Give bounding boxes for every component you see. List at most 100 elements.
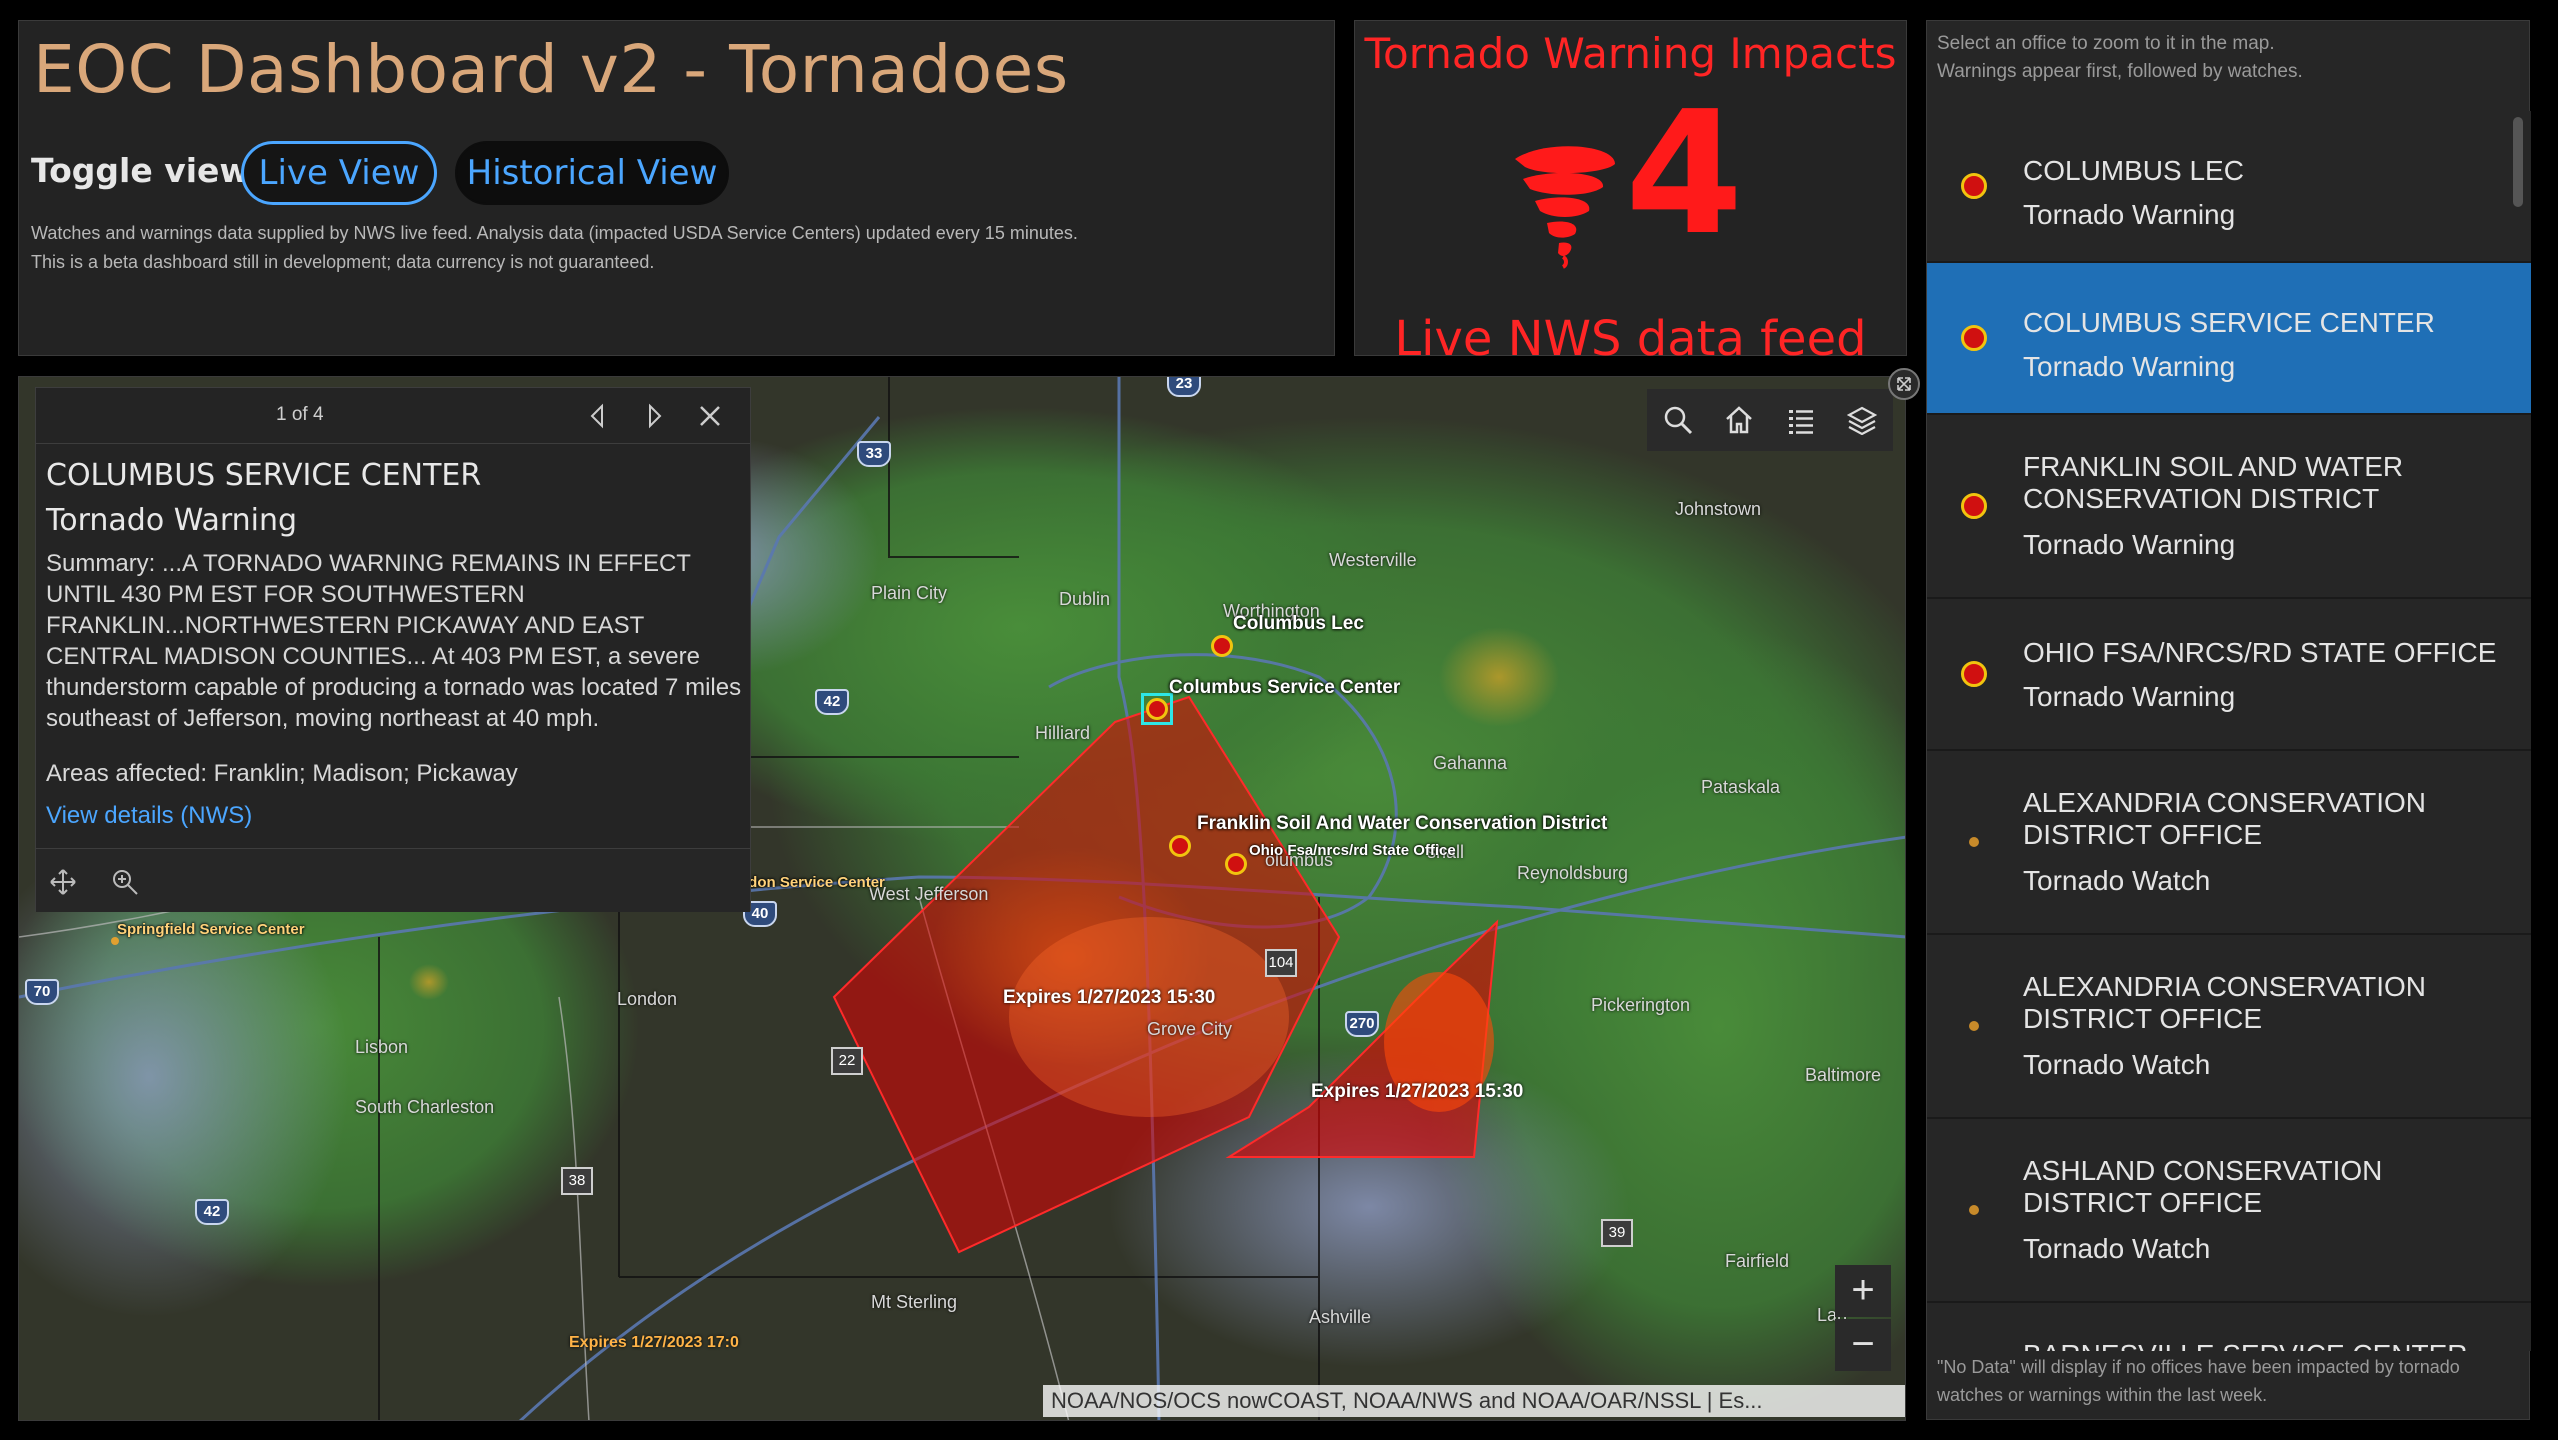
popup-summary: Summary: ...A TORNADO WARNING REMAINS IN… bbox=[46, 550, 742, 732]
place-label: London bbox=[617, 989, 678, 1009]
legend-icon[interactable] bbox=[1781, 400, 1821, 440]
popup-footer bbox=[36, 848, 750, 912]
place-label: Mt Sterling bbox=[871, 1292, 958, 1312]
place-label: Fairfield bbox=[1725, 1251, 1790, 1271]
office-label: Springfield Service Center bbox=[117, 921, 305, 938]
list-hint-2: Warnings appear first, followed by watch… bbox=[1937, 61, 2303, 82]
impacts-footer: Live NWS data feed bbox=[1394, 311, 1867, 367]
office-label: Franklin Soil And Water Conservation Dis… bbox=[1197, 813, 1608, 834]
list-item[interactable]: COLUMBUS LEC Tornado Warning bbox=[1927, 111, 2531, 263]
place-label: Johnstown bbox=[1675, 499, 1762, 519]
office-marker[interactable] bbox=[1169, 835, 1191, 857]
watch-marker-icon bbox=[1969, 1021, 1979, 1031]
list-item[interactable]: ALEXANDRIA CONSERVATION DISTRICT OFFICE … bbox=[1927, 935, 2531, 1119]
list-hint-1: Select an office to zoom to it in the ma… bbox=[1937, 33, 2275, 54]
place-label: Lisbon bbox=[355, 1037, 409, 1057]
list-item[interactable]: FRANKLIN SOIL AND WATER CONSERVATION DIS… bbox=[1927, 415, 2531, 599]
popup-subtitle: Tornado Warning bbox=[46, 503, 298, 538]
popup-title: COLUMBUS SERVICE CENTER bbox=[46, 458, 482, 493]
office-name: FRANKLIN SOIL AND WATER CONSERVATION DIS… bbox=[2023, 451, 2404, 514]
zoom-out-button[interactable]: − bbox=[1835, 1319, 1891, 1371]
view-details-link[interactable]: View details (NWS) bbox=[46, 802, 252, 830]
office-label: Columbus Lec bbox=[1233, 613, 1364, 634]
feature-popup[interactable]: 1 of 4 COLUMBUS SERVICE CENTER Tornado W… bbox=[35, 387, 751, 912]
warning-expiry-label: Expires 1/27/2023 15:30 bbox=[1003, 987, 1216, 1008]
watch-expiry-label: Expires 1/27/2023 17:0 bbox=[569, 1334, 739, 1351]
dashboard-title: EOC Dashboard v2 - Tornadoes bbox=[33, 31, 1069, 108]
close-icon[interactable] bbox=[694, 400, 726, 432]
pan-to-icon[interactable] bbox=[48, 867, 78, 897]
search-icon[interactable] bbox=[1658, 400, 1698, 440]
zoom-to-icon[interactable] bbox=[110, 867, 140, 897]
place-label: Dublin bbox=[1059, 589, 1111, 609]
list-scrollbar[interactable] bbox=[2513, 117, 2523, 207]
office-label: ndon Service Center bbox=[739, 874, 885, 891]
place-label: Grove City bbox=[1147, 1019, 1233, 1039]
next-icon[interactable] bbox=[638, 400, 670, 432]
interstate-shield: 270 bbox=[1345, 1011, 1379, 1037]
place-label: Reynoldsburg bbox=[1517, 863, 1629, 883]
interstate-shield: 70 bbox=[25, 979, 59, 1005]
interstate-shield: 23 bbox=[1167, 377, 1201, 397]
live-view-button[interactable]: Live View bbox=[241, 141, 437, 205]
office-name: COLUMBUS LEC bbox=[2023, 155, 2244, 186]
header-panel: EOC Dashboard v2 - Tornadoes Toggle view… bbox=[18, 20, 1335, 356]
previous-icon[interactable] bbox=[582, 400, 614, 432]
place-label: Pataskala bbox=[1701, 777, 1781, 797]
place-label: Plain City bbox=[871, 583, 948, 603]
warning-marker-icon bbox=[1961, 173, 1987, 199]
office-name: ALEXANDRIA CONSERVATION DISTRICT OFFICE bbox=[2023, 971, 2426, 1034]
impacts-title: Tornado Warning Impacts bbox=[1364, 29, 1897, 78]
office-label: Ohio Fsa/nrcs/rd State Office bbox=[1249, 842, 1456, 859]
list-item[interactable]: OHIO FSA/NRCS/RD STATE OFFICE Tornado Wa… bbox=[1927, 599, 2531, 751]
list-item[interactable]: BARNESVILLE SERVICE CENTER bbox=[1927, 1303, 2531, 1351]
place-label: Ashville bbox=[1309, 1307, 1372, 1327]
office-label: Columbus Service Center bbox=[1169, 677, 1401, 698]
expand-icon[interactable] bbox=[1888, 368, 1920, 400]
office-name: COLUMBUS SERVICE CENTER bbox=[2023, 307, 2435, 338]
alert-type: Tornado Watch bbox=[2023, 1049, 2211, 1080]
alert-type: Tornado Watch bbox=[2023, 865, 2211, 896]
office-marker[interactable] bbox=[1225, 853, 1247, 875]
office-name: ASHLAND CONSERVATION DISTRICT OFFICE bbox=[2023, 1155, 2383, 1218]
warning-expiry-label: Expires 1/27/2023 15:30 bbox=[1311, 1081, 1524, 1102]
map-toolbar bbox=[1647, 389, 1893, 451]
place-label: Baltimore bbox=[1805, 1065, 1882, 1085]
alert-type: Tornado Warning bbox=[2023, 529, 2236, 560]
list-item-selected[interactable]: COLUMBUS SERVICE CENTER Tornado Warning bbox=[1927, 263, 2531, 415]
office-marker[interactable] bbox=[1211, 635, 1233, 657]
office-list-panel: Select an office to zoom to it in the ma… bbox=[1926, 20, 2531, 1420]
interstate-shield: 33 bbox=[857, 441, 891, 467]
alert-type: Tornado Warning bbox=[2023, 351, 2236, 382]
place-label: Gahanna bbox=[1433, 753, 1508, 773]
toggle-view-label: Toggle view: bbox=[31, 151, 264, 190]
office-name: BARNESVILLE SERVICE CENTER bbox=[2023, 1339, 2501, 1351]
popup-areas: Areas affected: Franklin; Madison; Picka… bbox=[46, 760, 518, 787]
popup-pager: 1 of 4 bbox=[276, 404, 324, 425]
place-label: Pickerington bbox=[1591, 995, 1691, 1015]
route-shield: 38 bbox=[561, 1167, 593, 1195]
route-shield: 39 bbox=[1601, 1219, 1633, 1247]
alert-type: Tornado Warning bbox=[2023, 199, 2236, 230]
list-item[interactable]: ASHLAND CONSERVATION DISTRICT OFFICE Tor… bbox=[1927, 1119, 2531, 1303]
list-item[interactable]: ALEXANDRIA CONSERVATION DISTRICT OFFICE … bbox=[1927, 751, 2531, 935]
office-list[interactable]: COLUMBUS LEC Tornado Warning COLUMBUS SE… bbox=[1927, 111, 2531, 1351]
interstate-shield: 42 bbox=[195, 1199, 229, 1225]
map-view[interactable]: Johnstown Westerville Plain City Dublin … bbox=[18, 376, 1906, 1421]
historical-view-button[interactable]: Historical View bbox=[455, 141, 729, 205]
alert-type: Tornado Warning bbox=[2023, 681, 2236, 712]
layers-icon[interactable] bbox=[1842, 400, 1882, 440]
office-name: OHIO FSA/NRCS/RD STATE OFFICE bbox=[2023, 637, 2497, 668]
office-marker-selected[interactable] bbox=[1146, 698, 1168, 720]
route-shield: 22 bbox=[831, 1047, 863, 1075]
data-source-note: Watches and warnings data supplied by NW… bbox=[31, 223, 1078, 243]
route-shield: 104 bbox=[1265, 949, 1297, 977]
watch-office-marker[interactable] bbox=[111, 937, 119, 945]
watch-marker-icon bbox=[1969, 837, 1979, 847]
place-label: Hilliard bbox=[1035, 723, 1091, 743]
tornado-icon bbox=[1515, 146, 1615, 269]
impacts-count: 4 bbox=[1625, 75, 1744, 273]
home-icon[interactable] bbox=[1719, 400, 1759, 440]
map-attribution: NOAA/NOS/OCS nowCOAST, NOAA/NWS and NOAA… bbox=[1043, 1385, 1905, 1417]
zoom-in-button[interactable]: + bbox=[1835, 1265, 1891, 1317]
